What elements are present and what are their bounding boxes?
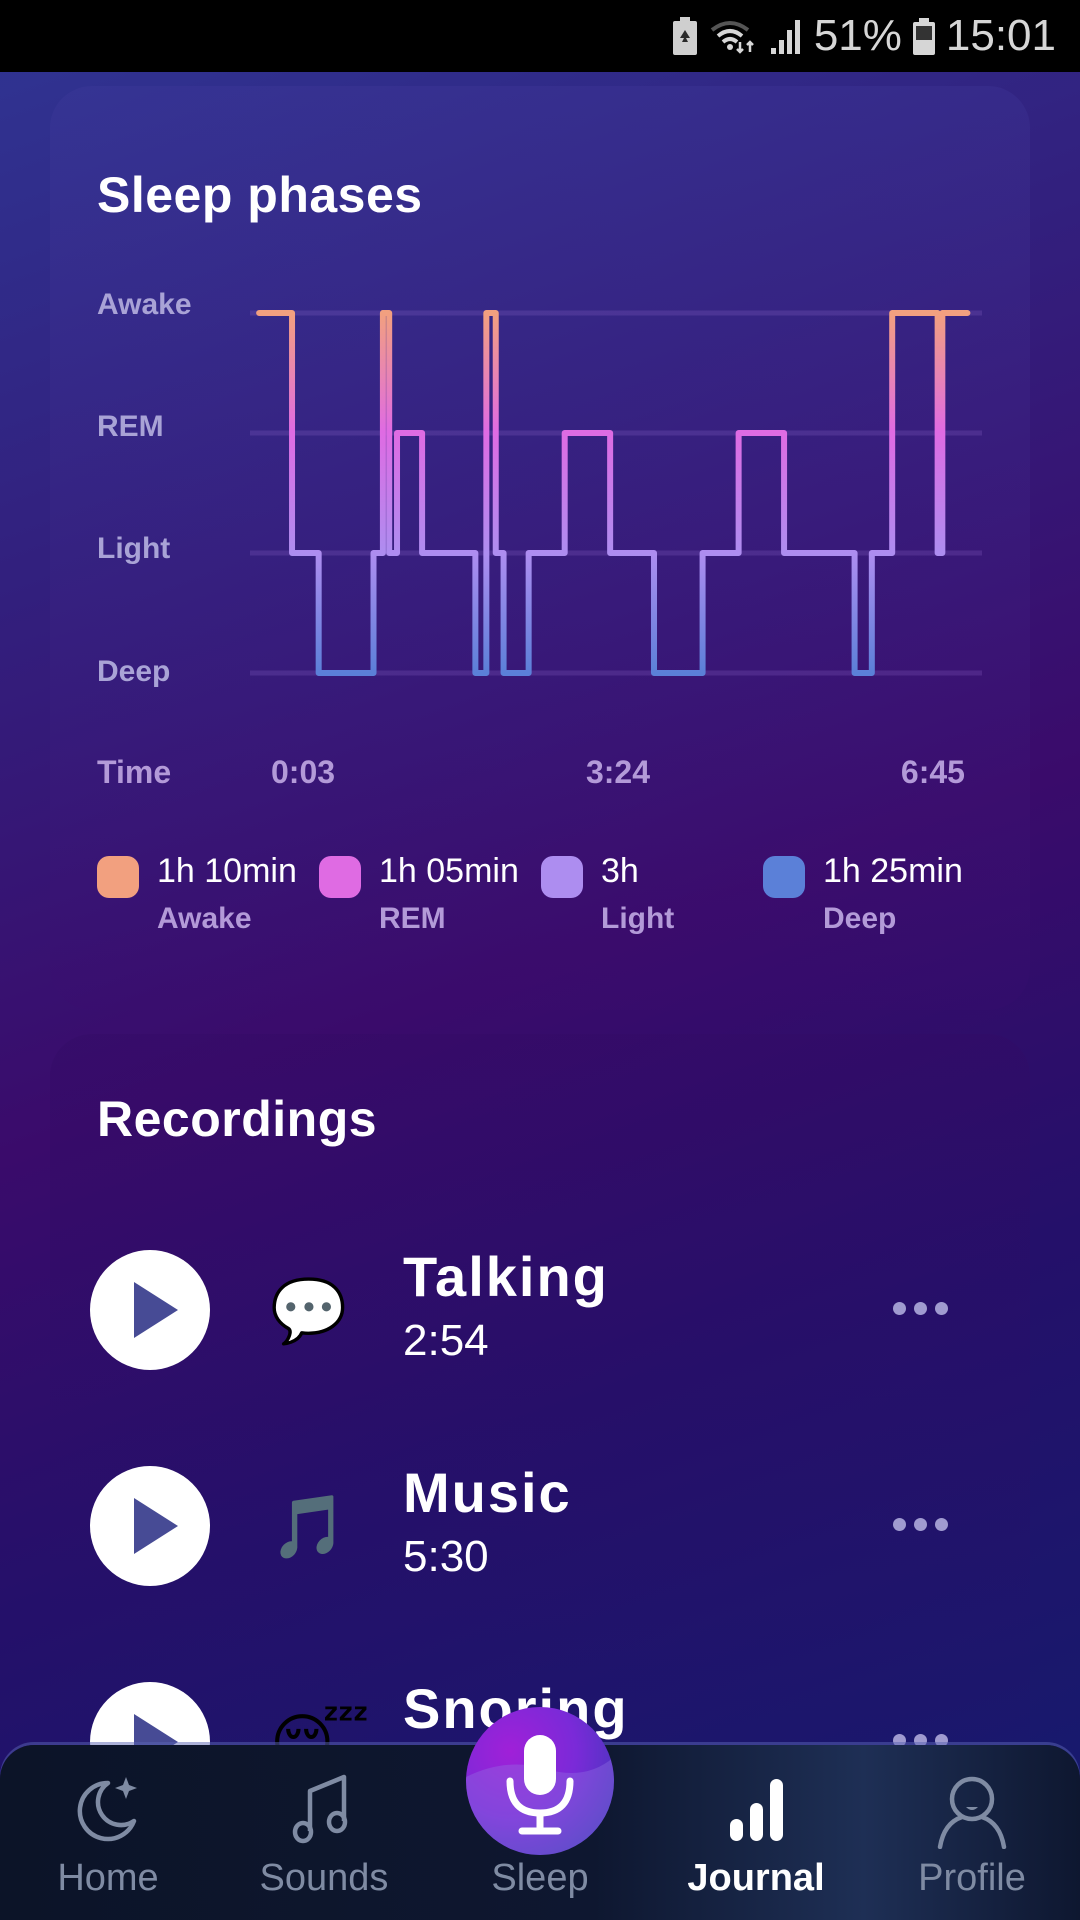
bar-chart-icon	[730, 1779, 783, 1841]
play-icon	[134, 1282, 178, 1338]
legend-value: 1h 10min	[157, 852, 297, 890]
recordings-title: Recordings	[97, 1091, 378, 1147]
recordings-card: Recordings 💬 Talking 2:54 🎵 Music 5:30 😴…	[50, 1034, 1030, 1802]
legend-value: 3h	[601, 852, 639, 890]
nav-label: Profile	[918, 1857, 1026, 1899]
nav-item-profile[interactable]: Profile	[872, 1745, 1072, 1920]
recording-row-talking[interactable]: 💬 Talking 2:54	[50, 1240, 1030, 1380]
legend-swatch-light	[541, 856, 583, 898]
nav-item-home[interactable]: Home	[8, 1745, 208, 1920]
music-note-icon: 🎵	[270, 1493, 348, 1562]
play-icon	[134, 1498, 178, 1554]
legend-value: 1h 05min	[379, 852, 519, 890]
speech-bubble-icon: 💬	[270, 1277, 348, 1346]
play-button[interactable]	[90, 1250, 210, 1370]
sleep-stage-line	[256, 310, 971, 676]
recording-name: Music	[403, 1461, 572, 1524]
play-button[interactable]	[90, 1466, 210, 1586]
nav-label: Journal	[687, 1857, 825, 1899]
legend-label: Deep	[823, 902, 897, 935]
moon-star-icon	[77, 1777, 137, 1842]
nav-label: Home	[57, 1857, 159, 1899]
legend-value: 1h 25min	[823, 852, 963, 890]
sleep-record-button[interactable]	[466, 1707, 614, 1855]
microphone-icon	[466, 1735, 614, 1855]
more-options-button[interactable]	[893, 1512, 953, 1536]
legend-swatch-rem	[319, 856, 361, 898]
legend-swatch-deep	[763, 856, 805, 898]
person-icon	[937, 1776, 1007, 1849]
recording-duration: 2:54	[403, 1316, 489, 1365]
recording-row-music[interactable]: 🎵 Music 5:30	[50, 1456, 1030, 1596]
legend-label: REM	[379, 902, 446, 935]
nav-item-journal[interactable]: Journal	[656, 1745, 856, 1920]
sleep-phases-chart	[250, 310, 982, 676]
more-dots-icon	[893, 1517, 906, 1531]
legend-swatch-awake	[97, 856, 139, 898]
nav-label: Sounds	[259, 1857, 389, 1899]
legend-label: Awake	[157, 902, 252, 935]
more-dots-icon	[893, 1301, 906, 1315]
legend-label: Light	[601, 902, 675, 935]
music-note-icon	[292, 1774, 348, 1844]
recording-name: Talking	[403, 1245, 609, 1308]
recording-duration: 5:30	[403, 1532, 489, 1581]
nav-label: Sleep	[491, 1857, 589, 1899]
nav-item-sounds[interactable]: Sounds	[224, 1745, 424, 1920]
more-options-button[interactable]	[893, 1296, 953, 1320]
